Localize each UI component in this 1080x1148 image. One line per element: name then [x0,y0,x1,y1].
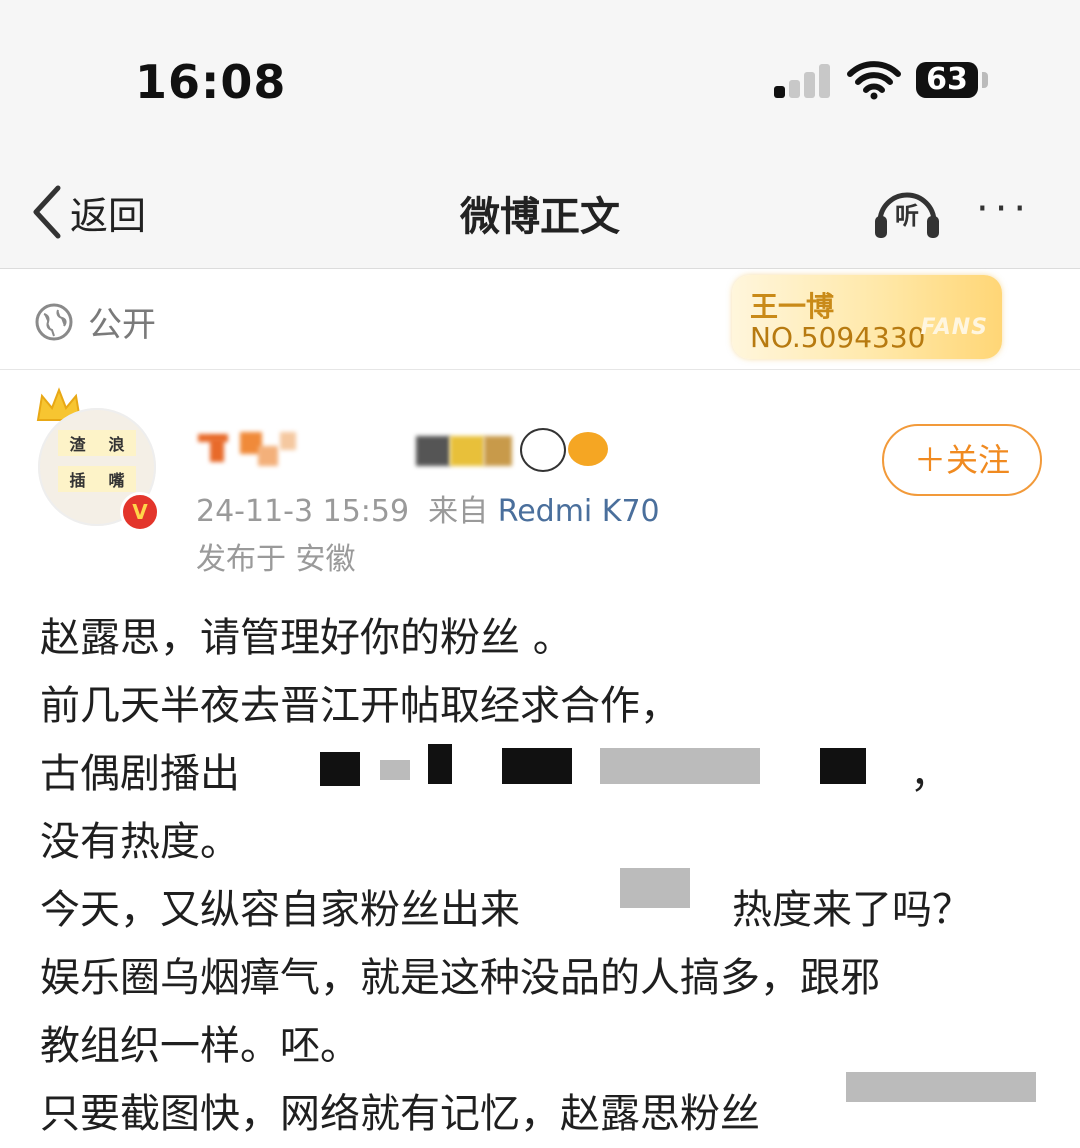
more-button[interactable]: ··· [976,186,1032,232]
status-bar: 16:08 63 [0,0,1080,160]
visibility-label: 公开 [88,305,156,345]
listen-button[interactable]: 听 [872,182,942,242]
visibility-bar: 公开 王一博 NO.5094330 FANS [0,269,1080,370]
signal-icon [774,64,830,98]
fan-badge-number: NO.5094330 [750,321,926,354]
redaction-mark [820,748,866,784]
fan-badge[interactable]: 王一博 NO.5094330 FANS [732,275,1002,359]
content-line-text: 古偶剧播出 [40,751,240,797]
post-content: 赵露思，请管理好你的粉丝 。 前几天半夜去晋江开帖取经求合作， 古偶剧播出 ， … [40,604,1050,1148]
redaction-mark [428,744,452,784]
battery-cap [982,72,988,88]
visibility-indicator: 公开 [34,297,156,346]
nav-bar: 返回 微博正文 听 ··· [0,160,1080,269]
content-line: 今天，又纵容自家粉丝出来 热度来了吗？ [40,876,1050,944]
post-meta: 24-11-3 15:59 来自 Redmi K70 [196,486,660,530]
redaction-mark [502,748,572,784]
panda-emoji-icon [520,428,566,472]
redaction-mark [320,752,360,786]
avatar-char: 嘴 [108,471,125,490]
listen-label: 听 [895,202,919,230]
post-source[interactable]: Redmi K70 [498,494,660,529]
redaction-mark [600,748,760,784]
content-line: 赵露思，请管理好你的粉丝 。 [40,615,573,661]
post-location: 发布于 安徽 [196,542,356,577]
content-line-text: 今天，又纵容自家粉丝出来 [40,887,520,933]
source-prefix: 来自 [428,494,489,529]
follow-button[interactable]: ＋关注 [882,424,1042,496]
wifi-icon [847,61,901,100]
avatar-row-bottom: 插 嘴 [58,466,136,492]
content-line: 教组织一样。呸。 [40,1023,360,1069]
fan-badge-tag: FANS [920,315,988,340]
post-date: 24-11-3 15:59 [196,494,410,529]
redaction-mark [620,868,690,908]
avatar-char: 浪 [108,435,125,454]
content-line-tail: ， [910,751,950,797]
status-time: 16:08 [135,55,287,109]
fish-emoji-icon [568,432,608,466]
redaction-mark [846,1072,1036,1102]
battery-icon: 63 [916,62,978,98]
avatar-char: 插 [69,471,86,490]
content-line-tail: 热度来了吗？ [732,887,972,933]
content-line: 没有热度。 [40,819,240,865]
fan-badge-name: 王一博 [750,290,835,323]
avatar-char: 渣 [69,435,86,454]
verified-badge: V [120,492,160,532]
globe-icon [35,303,73,340]
content-line: 前几天半夜去晋江开帖取经求合作， [40,683,680,729]
content-line: 娱乐圈乌烟瘴气，就是这种没品的人搞多，跟邪 [40,955,880,1001]
redaction-mark [380,760,410,780]
avatar-row-top: 渣 浪 [58,430,136,456]
